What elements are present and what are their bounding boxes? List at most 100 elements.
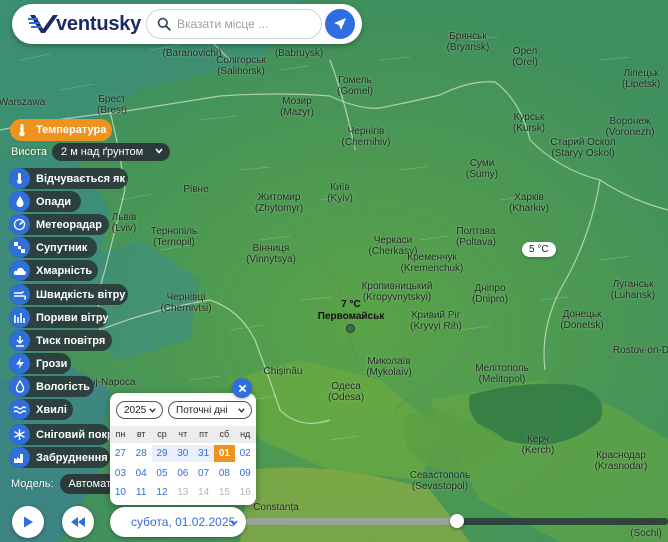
snowflake-icon	[9, 424, 30, 445]
layer-snow-cover[interactable]: Сніговий покрив	[9, 424, 110, 445]
calendar-day[interactable]: 08	[214, 465, 235, 482]
calendar-day[interactable]: 12	[152, 484, 173, 501]
calendar-day[interactable]: 10	[110, 484, 131, 501]
calendar-day-disabled: 14	[198, 487, 210, 498]
search-input[interactable]	[177, 17, 317, 31]
city-label[interactable]: Ліпецьк (Lipetsk)	[622, 68, 660, 90]
city-label[interactable]: Орел (Orel)	[512, 46, 538, 68]
city-label[interactable]: Тернопіль (Ternopil)	[151, 226, 197, 248]
calendar-day[interactable]: 05	[152, 465, 173, 482]
calendar-day[interactable]: 28	[131, 445, 152, 462]
calendar-day[interactable]: 03	[110, 465, 131, 482]
date-label: субота, 01.02.2025	[131, 515, 236, 529]
city-label[interactable]: (Baranovichi)	[163, 48, 222, 59]
city-label[interactable]: Солігорськ (Salihorsk)	[216, 55, 266, 77]
city-label[interactable]: Львів (Lviv)	[112, 212, 137, 234]
layer-humidity[interactable]: Вологість	[9, 376, 94, 397]
layer-radar[interactable]: Метеорадар	[9, 214, 109, 235]
weekday: чт	[178, 429, 188, 439]
city-label[interactable]: Житомир (Zhytomyr)	[255, 192, 303, 214]
layer-wind-gust[interactable]: Пориви вітру	[9, 307, 108, 328]
highlight-city[interactable]: 7 °C Первомайськ	[318, 299, 385, 323]
year-select[interactable]: 2025	[116, 401, 163, 419]
layer-pressure[interactable]: Тиск повітря	[9, 330, 112, 351]
layer-temperature-label: Температура	[36, 124, 107, 136]
calendar-day[interactable]: 11	[131, 484, 152, 501]
calendar-day[interactable]: 06	[172, 465, 193, 482]
layer-air-pollution[interactable]: Забруднення повітря	[9, 447, 110, 468]
city-label[interactable]: Воронеж (Voronezh)	[606, 116, 655, 138]
city-label[interactable]: Брест (Brest)	[97, 94, 127, 116]
calendar-day-selected[interactable]: 01	[213, 445, 235, 462]
radar-icon	[9, 214, 30, 235]
city-label[interactable]: Кривий Ріг (Kryvyi Rih)	[410, 310, 462, 332]
calendar-day[interactable]: 04	[131, 465, 152, 482]
calendar-week: 10 11 12 13 14 15 16	[110, 484, 256, 501]
city-label[interactable]: Брянськ (Bryansk)	[447, 31, 490, 53]
layer-waves[interactable]: Хвилі	[9, 399, 73, 420]
city-label[interactable]: Чернігів (Chernihiv)	[342, 126, 391, 148]
logo[interactable]: ventusky	[28, 12, 141, 36]
city-label[interactable]: Курськ (Kursk)	[513, 112, 545, 134]
city-label[interactable]: Мозир (Mazyr)	[280, 96, 314, 118]
city-label[interactable]: Одеса (Odesa)	[328, 381, 364, 403]
calendar-day[interactable]: 07	[193, 465, 214, 482]
date-button[interactable]: субота, 01.02.2025	[110, 507, 246, 537]
height-row: Висота 2 м над ґрунтом	[11, 143, 171, 161]
city-label[interactable]: Севастополь (Sevastopol)	[410, 470, 470, 492]
chevron-down-icon	[149, 408, 156, 413]
city-label[interactable]: Constanța	[253, 502, 299, 513]
city-label[interactable]: Гомель (Gomel)	[337, 75, 373, 97]
timeline-handle[interactable]	[450, 514, 464, 528]
locate-button[interactable]	[325, 9, 355, 39]
layer-precipitation[interactable]: Опади	[9, 191, 81, 212]
city-label[interactable]: Полтава (Poltava)	[456, 226, 496, 248]
calendar-day[interactable]: 02	[235, 445, 256, 462]
calendar-day-disabled: 15	[218, 487, 230, 498]
layer-thunderstorms[interactable]: Грози	[9, 353, 71, 374]
highlight-temp: 7 °C	[341, 299, 361, 310]
height-value: 2 м над ґрунтом	[61, 146, 144, 158]
city-label[interactable]: Warszawa	[0, 97, 45, 108]
city-label[interactable]: Кременчук (Kremenchuk)	[401, 252, 464, 274]
city-label[interactable]: Рівне	[183, 184, 208, 195]
city-label[interactable]: Суми (Sumy)	[466, 158, 498, 180]
close-calendar-button[interactable]	[232, 378, 252, 398]
city-marker[interactable]	[346, 324, 355, 333]
city-label[interactable]: Чернівці (Chernivtsi)	[160, 292, 211, 314]
range-select[interactable]: Поточні дні	[168, 401, 252, 419]
highlight-city-name: Первомайськ	[317, 311, 385, 322]
layer-temperature-button[interactable]: Температура	[10, 119, 112, 141]
satellite-icon	[9, 237, 30, 258]
play-button[interactable]	[12, 506, 44, 538]
layer-wind-speed[interactable]: Швидкість вітру	[9, 284, 128, 305]
temp-bubble[interactable]: 5 °C	[522, 242, 556, 257]
city-label[interactable]: Київ (Kyiv)	[327, 182, 353, 204]
city-label[interactable]: Старий Оскол (Staryy Oskol)	[550, 137, 615, 159]
city-label[interactable]: Дніпро (Dnipro)	[472, 283, 508, 305]
city-label[interactable]: Chișinău	[264, 366, 303, 377]
rewind-button[interactable]	[62, 506, 94, 538]
layer-feels-like[interactable]: Відчувається як	[9, 168, 128, 189]
calendar-day[interactable]: 27	[110, 445, 131, 462]
chevron-down-icon	[155, 148, 163, 154]
city-label[interactable]: Харків (Kharkiv)	[509, 192, 549, 214]
city-label[interactable]: Мелітополь (Melitopol)	[475, 363, 529, 385]
height-select[interactable]: 2 м над ґрунтом	[52, 143, 171, 161]
city-label[interactable]: Луганськ (Luhansk)	[611, 279, 655, 301]
top-bar: ventusky	[12, 4, 362, 44]
city-label[interactable]: Керч (Kerch)	[522, 434, 555, 456]
calendar-day[interactable]: 31	[193, 445, 214, 462]
layer-cloud-cover[interactable]: Хмарність	[9, 260, 98, 281]
city-label[interactable]: (Babruysk)	[275, 48, 323, 59]
calendar-day[interactable]: 09	[235, 465, 256, 482]
city-label[interactable]: Вінниця (Vinnytsya)	[246, 243, 296, 265]
city-label[interactable]: Миколаїв (Mykolaiv)	[366, 356, 412, 378]
layer-satellite[interactable]: Супутник	[9, 237, 97, 258]
calendar-day[interactable]: 29	[151, 445, 173, 462]
city-label[interactable]: Донецьк (Donetsk)	[560, 309, 603, 331]
city-label[interactable]: Краснодар (Krasnodar)	[595, 450, 648, 472]
city-label[interactable]: Rostov-on-D	[613, 345, 668, 356]
calendar-day[interactable]: 30	[172, 445, 194, 462]
wind-icon	[9, 284, 30, 305]
